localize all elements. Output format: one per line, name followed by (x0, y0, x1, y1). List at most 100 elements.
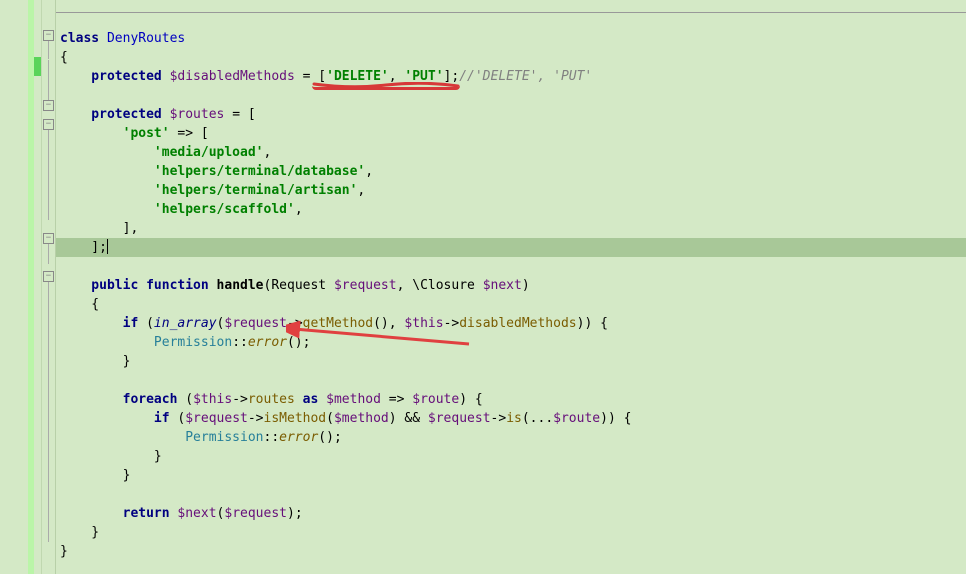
code-line[interactable]: public function handle(Request $request,… (56, 276, 966, 295)
variable: $next (483, 278, 522, 293)
op: -> (232, 392, 248, 407)
type: (Request (264, 278, 334, 293)
code-line[interactable]: Permission::error(); (56, 333, 966, 352)
code-line[interactable]: protected $routes = [ (56, 105, 966, 124)
code-line[interactable]: 'helpers/terminal/database', (56, 162, 966, 181)
fold-toggle-icon[interactable]: − (43, 233, 54, 244)
code-line[interactable]: protected $disabledMethods = ['DELETE', … (56, 67, 966, 86)
op: -> (491, 411, 507, 426)
punct: => [ (177, 126, 208, 141)
code-line[interactable] (56, 257, 966, 276)
punct: , (365, 164, 373, 179)
fold-toggle-icon[interactable]: − (43, 100, 54, 111)
punct: ) (522, 278, 530, 293)
keyword: protected (60, 107, 170, 122)
variable: $route (553, 411, 600, 426)
fold-toggle-icon[interactable]: − (43, 271, 54, 282)
code-line[interactable]: 'post' => [ (56, 124, 966, 143)
class-ref: Permission (60, 430, 264, 445)
punct: (... (522, 411, 553, 426)
builtin: in_array (154, 316, 217, 331)
type: , \Closure (397, 278, 483, 293)
code-area[interactable]: class DenyRoutes { protected $disabledMe… (56, 0, 966, 574)
keyword: class (60, 31, 107, 46)
string: 'helpers/terminal/database' (60, 164, 365, 179)
punct: ]; (60, 240, 107, 255)
punct: ); (287, 506, 303, 521)
method: error (248, 335, 287, 350)
code-line[interactable]: if ($request->isMethod($method) && $requ… (56, 409, 966, 428)
keyword: return (60, 506, 177, 521)
code-editor[interactable]: − − − − − class DenyRoutes { protected $… (0, 0, 966, 574)
variable: $method (334, 411, 389, 426)
code-line[interactable]: class DenyRoutes (56, 29, 966, 48)
brace: } (60, 544, 68, 559)
fold-guide (48, 130, 49, 220)
code-line[interactable]: } (56, 542, 966, 561)
variable: $disabledMethods (170, 69, 303, 84)
punct: , (295, 202, 303, 217)
variable: $request (224, 316, 287, 331)
fold-guide (48, 60, 49, 100)
code-line[interactable] (56, 371, 966, 390)
class-name: DenyRoutes (107, 31, 185, 46)
brace: } (60, 354, 130, 369)
punct: )) { (600, 411, 631, 426)
string: 'media/upload' (60, 145, 264, 160)
variable: $request (428, 411, 491, 426)
code-line[interactable]: } (56, 523, 966, 542)
code-line[interactable]: Permission::error(); (56, 428, 966, 447)
brace: } (60, 468, 130, 483)
code-line[interactable]: 'helpers/scaffold', (56, 200, 966, 219)
method: isMethod (264, 411, 327, 426)
fold-guide (48, 282, 49, 542)
line-number-column (0, 0, 28, 574)
code-line[interactable]: foreach ($this->routes as $method => $ro… (56, 390, 966, 409)
punct: (); (287, 335, 310, 350)
code-line[interactable]: if (in_array($request->getMethod(), $thi… (56, 314, 966, 333)
caret-icon (107, 239, 108, 254)
string: 'helpers/terminal/artisan' (60, 183, 357, 198)
variable: $this (404, 316, 443, 331)
variable: $method (326, 392, 389, 407)
op: -> (287, 316, 303, 331)
fold-toggle-icon[interactable]: − (43, 30, 54, 41)
brace: } (60, 449, 162, 464)
variable: $request (185, 411, 248, 426)
code-line[interactable] (56, 86, 966, 105)
keyword: protected (60, 69, 170, 84)
variable: $next (177, 506, 216, 521)
code-line[interactable]: } (56, 447, 966, 466)
punct: )) { (577, 316, 608, 331)
code-line[interactable]: } (56, 466, 966, 485)
code-line[interactable]: return $next($request); (56, 504, 966, 523)
code-line[interactable]: { (56, 295, 966, 314)
code-line[interactable] (56, 485, 966, 504)
brace: } (60, 525, 99, 540)
string: 'post' (60, 126, 177, 141)
code-line[interactable]: } (56, 352, 966, 371)
code-line[interactable]: 'helpers/terminal/artisan', (56, 181, 966, 200)
comment: //'DELETE', 'PUT' (459, 69, 592, 84)
code-line[interactable]: 'media/upload', (56, 143, 966, 162)
code-line-active[interactable]: ]; (56, 238, 966, 257)
punct: ( (146, 316, 154, 331)
variable: $request (334, 278, 397, 293)
fold-toggle-icon[interactable]: − (43, 119, 54, 130)
method: error (279, 430, 318, 445)
brace: { (60, 50, 68, 65)
fold-guide (48, 244, 49, 264)
variable: $this (193, 392, 232, 407)
class-ref: Permission (60, 335, 232, 350)
change-marker (28, 0, 34, 574)
brace: { (60, 297, 99, 312)
method: is (506, 411, 522, 426)
annotation-underline-icon (312, 82, 460, 90)
code-line[interactable]: ], (56, 219, 966, 238)
keyword: foreach (60, 392, 185, 407)
punct: (); (318, 430, 341, 445)
punct: = [ (232, 107, 255, 122)
keyword: if (60, 411, 177, 426)
code-line[interactable]: { (56, 48, 966, 67)
fold-guide (48, 41, 49, 59)
